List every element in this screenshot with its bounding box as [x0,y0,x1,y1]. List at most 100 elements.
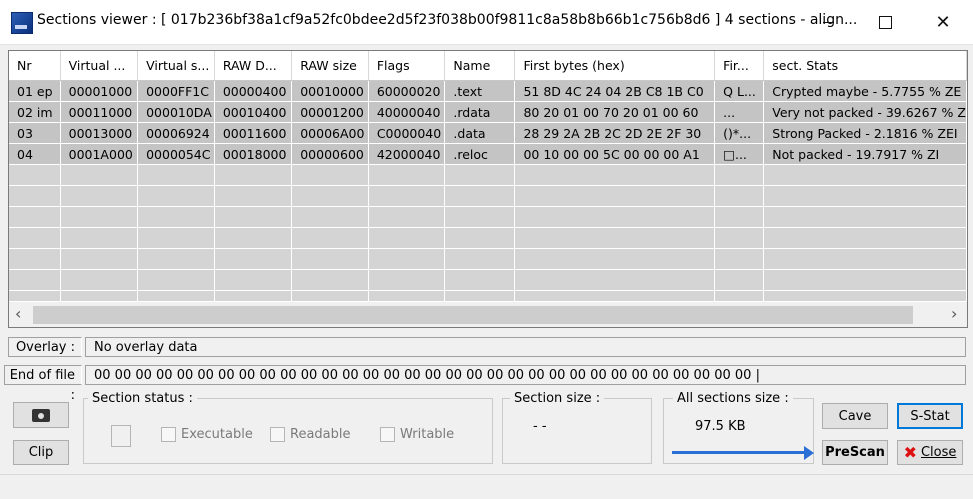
table-row[interactable] [9,164,967,186]
column-header[interactable]: Fir... [714,51,765,81]
table-cell [137,164,215,186]
table-row[interactable] [9,248,967,270]
table-cell: 00000600 [291,143,369,165]
table-cell: 00013000 [60,122,139,144]
table-cell [714,164,765,186]
table-cell: 00011600 [214,122,293,144]
table-cell: Crypted maybe - 5.7755 % ZE [763,80,967,102]
table-cell: 00000400 [214,80,293,102]
app-icon [11,12,33,34]
arrow-right-icon [804,446,814,460]
column-header[interactable]: Flags [368,51,446,81]
window-title: Sections viewer : [ 017b236bf38a1cf9a52f… [37,12,858,28]
sections-table[interactable]: Nr Virtual ... Virtual s... RAW D... RAW… [8,50,968,328]
table-cell: 01 ep [9,80,61,102]
table-cell [291,248,369,270]
table-cell [214,248,293,270]
maximize-icon [878,15,892,29]
section-size-group [502,398,652,464]
checkbox-box[interactable] [270,427,285,442]
table-row[interactable]: 04 0001A000 0000054C 00018000 00000600 420000… [9,143,967,165]
cave-button[interactable]: Cave [822,403,888,429]
table-cell: 000010DA [137,101,215,123]
table-cell: 40000040 [368,101,446,123]
snapshot-button[interactable] [13,402,69,428]
table-cell [291,269,369,291]
readable-checkbox[interactable]: Readable [270,427,351,442]
column-header[interactable]: Name [444,51,516,81]
column-header[interactable]: First bytes (hex) [514,51,716,81]
table-cell [214,227,293,249]
table-row[interactable] [9,206,967,228]
scroll-left-icon[interactable]: ‹ [15,304,21,323]
readable-label: Readable [290,427,351,442]
all-sections-size-label: All sections size : [673,391,793,406]
column-header[interactable]: RAW size [291,51,369,81]
close-icon: ✕ [935,11,951,33]
table-cell [763,248,967,270]
section-size-label: Section size : [510,391,605,406]
table-cell: .reloc [444,143,516,165]
table-cell: 0000FF1C [137,80,215,102]
table-row[interactable]: 02 im 00011000 000010DA 00010400 00001200 400… [9,101,967,123]
s-stat-button[interactable]: S-Stat [897,403,963,429]
table-cell [137,227,215,249]
table-row[interactable] [9,227,967,249]
table-cell [368,164,446,186]
writable-label: Writable [400,427,455,442]
writable-checkbox[interactable]: Writable [380,427,454,442]
table-cell: .data [444,122,516,144]
table-cell [514,248,716,270]
table-cell [444,206,516,228]
column-header[interactable]: Virtual s... [137,51,215,81]
checkbox-box[interactable] [161,427,176,442]
table-cell: 0001A000 [60,143,139,165]
scrollbar-thumb[interactable] [33,306,913,324]
minimize-button[interactable] [805,0,851,44]
executable-checkbox[interactable]: Executable [161,427,253,442]
column-header[interactable]: sect. Stats [763,51,967,81]
table-cell [514,206,716,228]
close-window-button[interactable]: ✕ [920,0,966,44]
table-cell: ... [714,101,765,123]
section-size-value: - - [533,419,547,434]
column-header[interactable]: Virtual ... [60,51,139,81]
checkbox-box[interactable] [380,427,395,442]
close-button[interactable]: ✖ Close [897,440,963,465]
table-row[interactable] [9,185,967,207]
column-header[interactable]: Nr [9,51,61,81]
table-cell: 00006A00 [291,122,369,144]
table-cell [291,206,369,228]
table-row[interactable]: 03 00013000 00006924 00011600 00006A00 C00000… [9,122,967,144]
table-cell: 00010000 [291,80,369,102]
table-cell [214,206,293,228]
table-cell [763,185,967,207]
clip-button[interactable]: Clip [13,440,69,465]
table-cell [763,164,967,186]
scroll-right-icon[interactable]: › [951,304,957,323]
table-cell [291,185,369,207]
table-cell: .text [444,80,516,102]
table-cell: Q L... [714,80,765,102]
table-row[interactable] [9,269,967,291]
arrow-line [672,451,806,454]
table-cell [137,185,215,207]
table-cell [514,185,716,207]
prescan-button[interactable]: PreScan [822,440,888,465]
table-cell [137,248,215,270]
table-cell: 02 im [9,101,61,123]
table-cell [368,185,446,207]
table-cell: ()*... [714,122,765,144]
table-row[interactable]: 01 ep 00001000 0000FF1C 00000400 00010000 600… [9,80,967,102]
horizontal-scrollbar[interactable]: ‹ › [9,301,967,327]
column-header[interactable]: RAW D... [214,51,293,81]
table-cell: 51 8D 4C 24 04 2B C8 1B C0 [514,80,716,102]
table-cell [9,185,61,207]
eof-label: End of file : [4,365,82,403]
close-button-label: Close [920,445,957,460]
table-cell [714,248,765,270]
table-cell: 00011000 [60,101,139,123]
table-cell [514,269,716,291]
maximize-button[interactable] [862,0,908,44]
table-cell: 80 20 01 00 70 20 01 00 60 [514,101,716,123]
